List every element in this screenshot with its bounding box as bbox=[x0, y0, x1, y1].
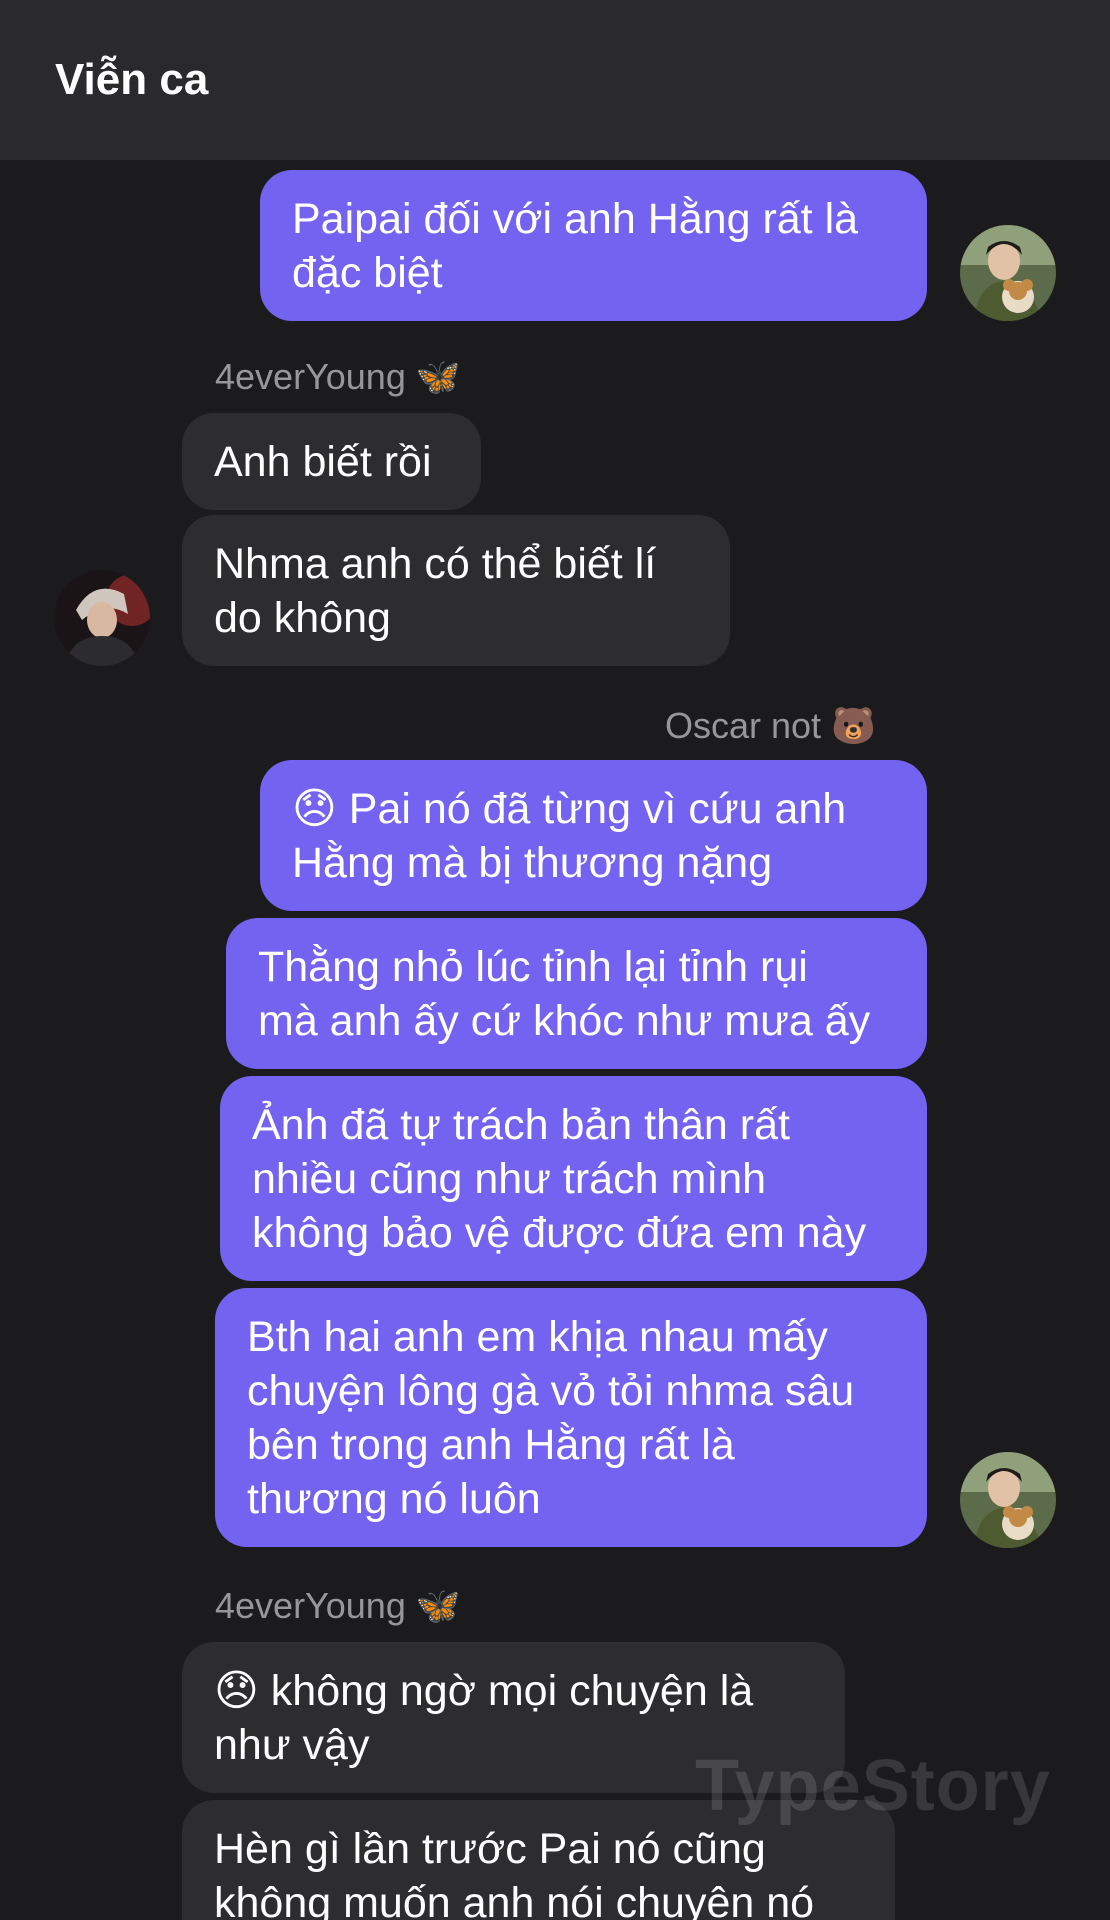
message-bubble-outgoing: 😞 Pai nó đã từng vì cứu anh Hằng mà bị t… bbox=[260, 760, 927, 911]
message-bubble-outgoing: Bth hai anh em khịa nhau mấy chuyện lông… bbox=[215, 1288, 927, 1547]
message-bubble-outgoing: Thằng nhỏ lúc tỉnh lại tỉnh rụi mà anh ấ… bbox=[226, 918, 927, 1069]
avatar-right[interactable] bbox=[960, 225, 1056, 321]
user-avatar-icon bbox=[960, 1452, 1056, 1548]
sender-name-left: 4everYoung 🦋 bbox=[215, 356, 461, 397]
message-bubble-outgoing: Paipai đối với anh Hằng rất là đặc biệt bbox=[260, 170, 927, 321]
sender-name-left: 4everYoung 🦋 bbox=[215, 1585, 461, 1626]
watermark-logo: TypeStory bbox=[695, 1746, 1051, 1826]
user-avatar-icon bbox=[54, 570, 150, 666]
user-avatar-icon bbox=[960, 225, 1056, 321]
chat-header: Viễn ca bbox=[0, 0, 1110, 160]
message-bubble-incoming: Nhma anh có thể biết lí do không bbox=[182, 515, 730, 666]
avatar-left[interactable] bbox=[54, 570, 150, 666]
chat-screen: Viễn ca Paipai đối với anh Hằng rất là đ… bbox=[0, 0, 1110, 1920]
sender-name-right: Oscar not 🐻 bbox=[665, 705, 876, 746]
avatar-right[interactable] bbox=[960, 1452, 1056, 1548]
chat-title: Viễn ca bbox=[55, 55, 209, 104]
message-bubble-outgoing: Ảnh đã tự trách bản thân rất nhiều cũng … bbox=[220, 1076, 927, 1281]
message-bubble-incoming: Anh biết rồi bbox=[182, 413, 481, 510]
